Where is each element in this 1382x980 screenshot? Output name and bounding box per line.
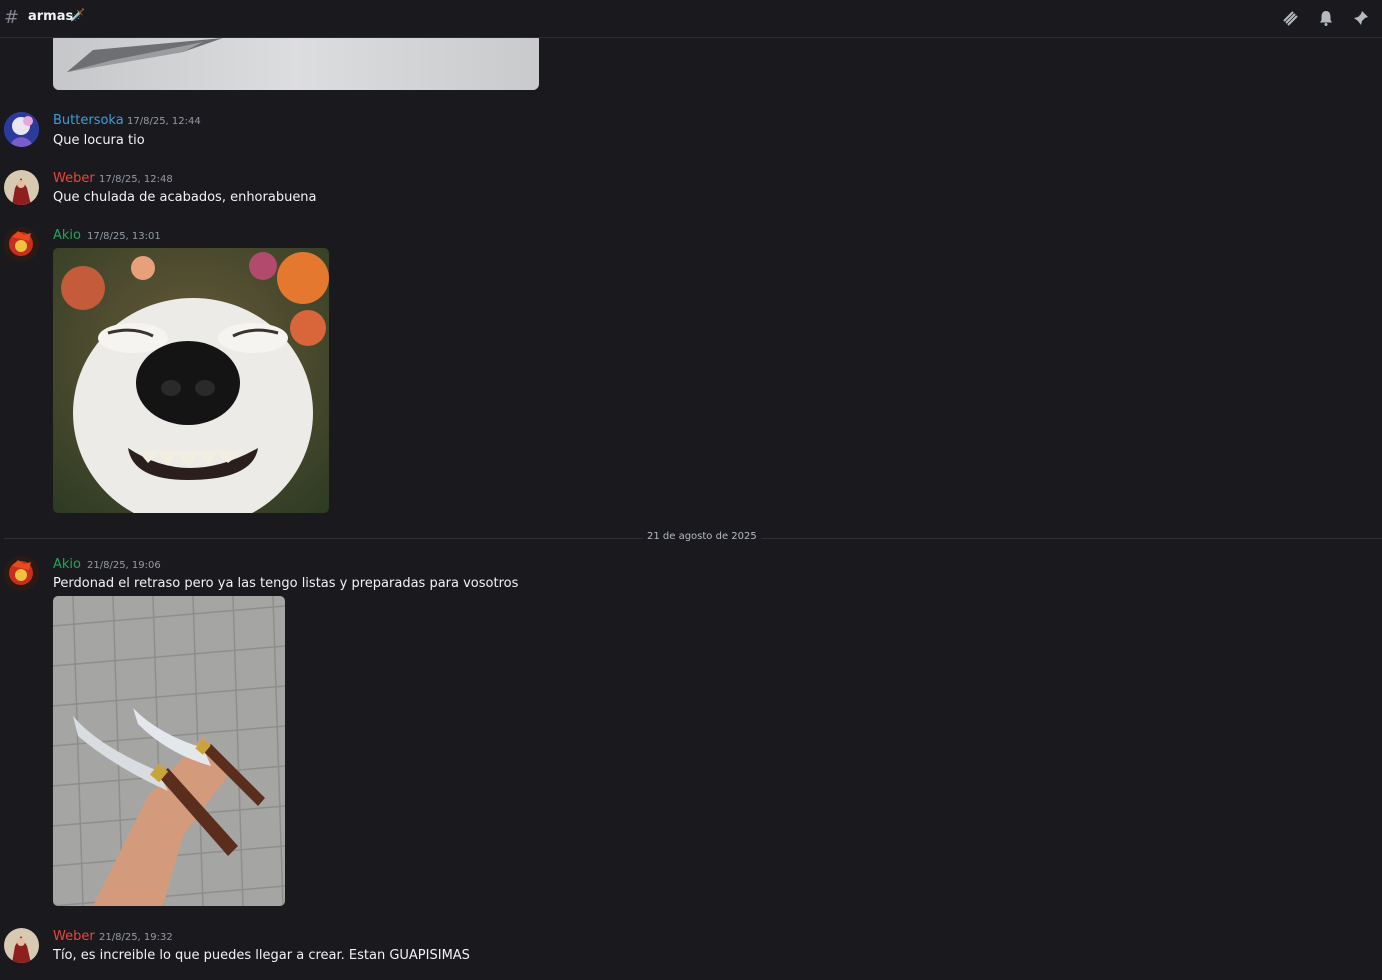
pin-icon[interactable]	[1352, 9, 1370, 27]
knives-image-attachment[interactable]	[53, 596, 285, 906]
username[interactable]: Weber	[53, 929, 95, 944]
timestamp: 17/8/25, 12:44	[127, 116, 201, 127]
channel-name: armas	[28, 9, 74, 24]
smiling-dog-image[interactable]	[53, 248, 329, 513]
avatar[interactable]	[4, 112, 39, 147]
message-text: Que chulada de acabados, enhorabuena	[53, 190, 317, 205]
knife-image-attachment[interactable]	[53, 38, 539, 90]
timestamp: 17/8/25, 12:48	[99, 174, 173, 185]
username[interactable]: Buttersoka	[53, 113, 124, 128]
username[interactable]: Akio	[53, 228, 81, 243]
channel-header: # armas 🗡️	[0, 0, 1382, 38]
timestamp: 21/8/25, 19:06	[87, 560, 161, 571]
message-text: Tío, es increible lo que puedes llegar a…	[53, 948, 470, 963]
username[interactable]: Akio	[53, 557, 81, 572]
message-text: Perdonad el retraso pero ya las tengo li…	[53, 576, 519, 591]
threads-icon[interactable]	[1281, 9, 1299, 27]
date-divider-label: 21 de agosto de 2025	[643, 531, 761, 542]
bell-icon[interactable]	[1317, 9, 1335, 27]
hashtag-icon: #	[4, 7, 20, 28]
dagger-emoji: 🗡️	[70, 8, 85, 22]
message-text: Que locura tio	[53, 133, 145, 148]
avatar[interactable]	[4, 556, 39, 591]
username[interactable]: Weber	[53, 171, 95, 186]
avatar[interactable]	[4, 170, 39, 205]
avatar[interactable]	[4, 928, 39, 963]
avatar[interactable]	[4, 227, 39, 262]
timestamp: 17/8/25, 13:01	[87, 231, 161, 242]
timestamp: 21/8/25, 19:32	[99, 932, 173, 943]
